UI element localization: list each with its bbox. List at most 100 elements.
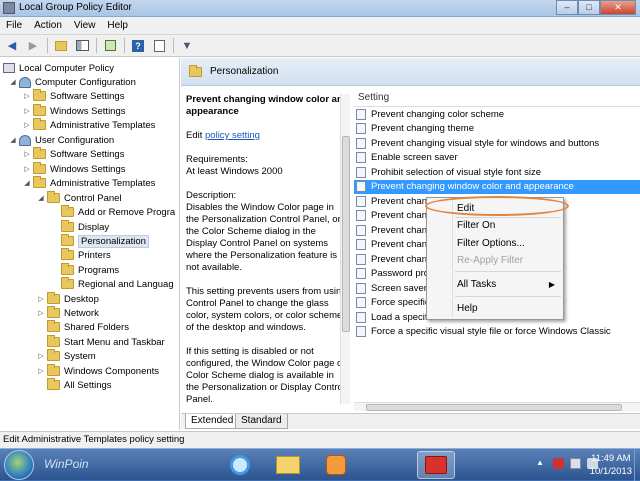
- show-hide-tree-icon[interactable]: [73, 38, 91, 54]
- setting-row[interactable]: Prohibit selection of visual style font …: [354, 165, 640, 180]
- setting-row[interactable]: Prevent changing visual style for window…: [354, 136, 640, 151]
- clock[interactable]: 11:49 AM 10/1/2013: [590, 452, 632, 478]
- tree-all-settings[interactable]: All Settings: [47, 378, 112, 392]
- tree-regional-language[interactable]: Regional and Languag: [61, 277, 174, 291]
- tray-arrow-icon[interactable]: ▲: [536, 458, 547, 469]
- tree-uc-windows-settings[interactable]: ▷ Windows Settings: [23, 162, 126, 176]
- scroll-thumb[interactable]: [342, 136, 350, 332]
- scroll-thumb[interactable]: [366, 404, 622, 411]
- collapse-arrow-icon[interactable]: ◢: [9, 78, 17, 86]
- context-filter-options[interactable]: Filter Options...: [457, 238, 525, 249]
- requirements-label: Requirements:: [186, 154, 248, 165]
- folder-icon: [47, 191, 60, 203]
- forward-icon[interactable]: ▶: [24, 38, 42, 54]
- folder-icon: [47, 292, 60, 304]
- expand-arrow-icon[interactable]: ▷: [23, 107, 31, 115]
- setting-row[interactable]: Prevent changing color scheme: [354, 107, 640, 122]
- properties-icon[interactable]: [150, 38, 168, 54]
- context-all-tasks[interactable]: All Tasks: [457, 279, 496, 290]
- policy-setting-link[interactable]: policy setting: [205, 130, 260, 141]
- title-bar[interactable]: Local Group Policy Editor – □ ✕: [0, 0, 640, 17]
- tree-windows-components[interactable]: ▷ Windows Components: [37, 364, 159, 378]
- up-folder-icon[interactable]: [52, 38, 70, 54]
- expand-arrow-icon[interactable]: ▷: [37, 309, 45, 317]
- tree-root[interactable]: Local Computer Policy: [3, 61, 114, 75]
- tree-cc-software-settings[interactable]: ▷ Software Settings: [23, 89, 124, 103]
- network-icon[interactable]: [570, 458, 581, 469]
- collapse-arrow-icon[interactable]: ◢: [9, 136, 17, 144]
- expand-arrow-icon[interactable]: ▷: [23, 165, 31, 173]
- setting-row[interactable]: Enable screen saver: [354, 151, 640, 166]
- filter-icon[interactable]: ▼: [178, 38, 196, 54]
- collapse-arrow-icon[interactable]: ◢: [37, 194, 45, 202]
- expand-arrow-icon[interactable]: ▷: [23, 150, 31, 158]
- menu-action[interactable]: Action: [28, 20, 68, 31]
- tree-start-menu-taskbar[interactable]: Start Menu and Taskbar: [47, 335, 165, 349]
- folder-icon: [33, 89, 46, 101]
- list-horizontal-scrollbar[interactable]: [354, 402, 640, 411]
- details-pane: Personalization Prevent changing window …: [181, 58, 640, 430]
- internet-explorer-icon[interactable]: [221, 451, 259, 479]
- tree-cc-windows-settings[interactable]: ▷ Windows Settings: [23, 104, 126, 118]
- menu-help[interactable]: Help: [101, 20, 134, 31]
- context-filter-on[interactable]: Filter On: [457, 220, 495, 231]
- group-policy-icon[interactable]: [417, 451, 455, 479]
- show-desktop-button[interactable]: [634, 449, 640, 481]
- folder-icon: [47, 378, 60, 390]
- computer-config-icon: [19, 76, 31, 88]
- expand-arrow-icon[interactable]: ▷: [37, 295, 45, 303]
- description-scrollbar[interactable]: [340, 94, 350, 404]
- menu-view[interactable]: View: [68, 20, 102, 31]
- tab-standard[interactable]: Standard: [235, 414, 288, 429]
- policy-description: Prevent changing window color and appear…: [186, 94, 349, 424]
- tree-user-configuration[interactable]: ◢ User Configuration: [9, 133, 114, 147]
- expand-arrow-icon[interactable]: ▷: [37, 352, 45, 360]
- policy-title: Prevent changing window color and appear…: [186, 94, 349, 117]
- collapse-arrow-icon[interactable]: ◢: [23, 179, 31, 187]
- expand-arrow-icon[interactable]: ▷: [37, 367, 45, 375]
- tab-extended[interactable]: Extended: [185, 414, 240, 429]
- tree-printers[interactable]: Printers: [61, 248, 111, 262]
- expand-arrow-icon[interactable]: ▷: [23, 92, 31, 100]
- expand-arrow-icon[interactable]: ▷: [23, 121, 31, 129]
- tree-control-panel[interactable]: ◢ Control Panel: [37, 191, 122, 205]
- column-header-setting[interactable]: Setting: [354, 90, 640, 107]
- tree-system[interactable]: ▷ System: [37, 349, 96, 363]
- description-text-3: If this setting is disabled or not confi…: [186, 346, 346, 405]
- minimize-button[interactable]: –: [556, 0, 578, 15]
- context-help[interactable]: Help: [457, 303, 478, 314]
- export-list-icon[interactable]: [101, 38, 119, 54]
- watermark: WinPoin: [44, 457, 89, 471]
- tree-uc-software-settings[interactable]: ▷ Software Settings: [23, 147, 124, 161]
- start-button[interactable]: [4, 450, 34, 480]
- tree-personalization[interactable]: Personalization: [61, 234, 149, 248]
- setting-row[interactable]: Prevent changing theme: [354, 122, 640, 137]
- policy-icon: [356, 195, 366, 207]
- folder-icon: [33, 176, 46, 188]
- explorer-icon[interactable]: [269, 451, 307, 479]
- folder-icon: [47, 364, 60, 376]
- media-player-icon[interactable]: [317, 451, 355, 479]
- tree-computer-configuration[interactable]: ◢ Computer Configuration: [9, 75, 136, 89]
- tree-shared-folders[interactable]: Shared Folders: [47, 320, 129, 334]
- back-icon[interactable]: ◀: [3, 38, 21, 54]
- folder-icon: [61, 234, 74, 246]
- setting-row[interactable]: Force a specific visual style file or fo…: [354, 325, 640, 340]
- tree-programs[interactable]: Programs: [61, 263, 119, 277]
- action-center-icon[interactable]: [553, 458, 564, 469]
- requirements-value: At least Windows 2000: [186, 166, 283, 177]
- help-icon[interactable]: ?: [129, 38, 147, 54]
- tree-uc-administrative-templates[interactable]: ◢ Administrative Templates: [23, 176, 155, 190]
- tree-network[interactable]: ▷ Network: [37, 306, 99, 320]
- close-button[interactable]: ✕: [600, 0, 636, 15]
- tree-add-remove-programs[interactable]: Add or Remove Progra: [61, 205, 175, 219]
- tree-display[interactable]: Display: [61, 220, 109, 234]
- system-tray: ▲: [536, 458, 598, 469]
- tree-desktop[interactable]: ▷ Desktop: [37, 292, 99, 306]
- policy-icon: [356, 181, 366, 193]
- setting-row-selected[interactable]: Prevent changing window color and appear…: [354, 179, 640, 194]
- tree-cc-administrative-templates[interactable]: ▷ Administrative Templates: [23, 118, 155, 132]
- menu-file[interactable]: File: [0, 20, 28, 31]
- requirements: Requirements: At least Windows 2000: [186, 154, 349, 178]
- maximize-button[interactable]: □: [578, 0, 600, 15]
